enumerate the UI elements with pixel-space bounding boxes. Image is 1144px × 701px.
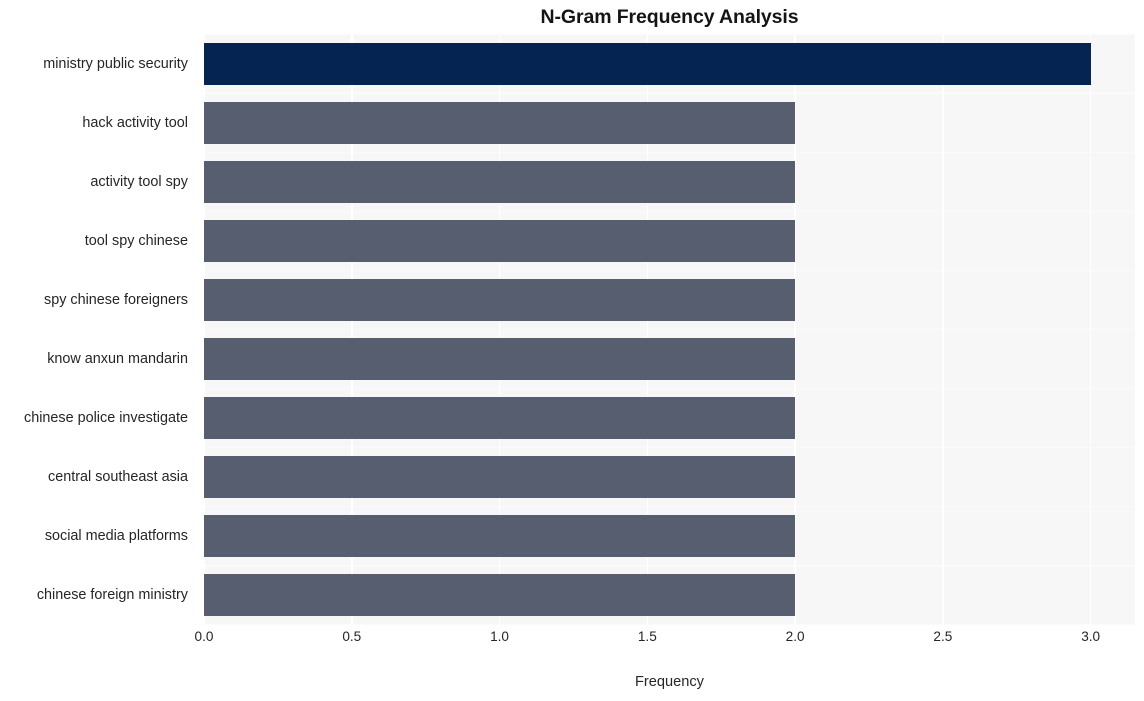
- gridline-horizontal: [204, 447, 1135, 449]
- y-axis-tick-label: central southeast asia: [48, 469, 188, 486]
- x-axis-tick-label: 0.5: [342, 629, 362, 644]
- y-axis-tick-label: chinese foreign ministry: [36, 587, 188, 604]
- bar: [204, 219, 796, 262]
- gridline-horizontal: [204, 269, 1135, 272]
- x-axis-tick-label: 3.0: [1081, 629, 1101, 644]
- gridline-vertical: [1089, 34, 1092, 625]
- bar: [204, 160, 796, 203]
- y-axis-tick-label: social media platforms: [44, 528, 188, 545]
- gridline-horizontal: [204, 34, 1135, 35]
- bar: [204, 397, 796, 440]
- x-axis-label: Frequency: [635, 674, 704, 690]
- x-axis-tick-label: 2.0: [785, 629, 805, 644]
- gridline-horizontal: [204, 210, 1135, 212]
- chart-title: N-Gram Frequency Analysis: [540, 6, 799, 28]
- y-axis-tick-label: chinese police investigate: [24, 409, 188, 426]
- gridline-horizontal: [204, 151, 1135, 153]
- bar: [204, 574, 796, 617]
- bar: [204, 42, 1091, 85]
- y-axis-tick-label: activity tool spy: [90, 173, 188, 190]
- gridline-vertical: [942, 34, 944, 625]
- gridline-horizontal: [204, 565, 1135, 567]
- x-axis-tick-label: 0.0: [194, 629, 214, 644]
- y-axis-tick-label: know anxun mandarin: [47, 350, 188, 367]
- bar: [204, 338, 796, 381]
- x-axis-tick-labels: 0.0 0.5 1.0 1.5 2.0 2.5 3.0: [195, 629, 1135, 653]
- gridline-horizontal: [204, 92, 1135, 94]
- x-axis-tick-label: 2.5: [933, 629, 953, 644]
- y-axis-tick-label: ministry public security: [43, 55, 188, 72]
- y-axis-tick-label: tool spy chinese: [84, 232, 188, 249]
- gridline-horizontal: [204, 328, 1135, 331]
- bar: [204, 101, 796, 144]
- x-axis-tick-label: 1.0: [490, 629, 509, 644]
- gridline-horizontal: [204, 506, 1135, 508]
- y-axis-tick-label: spy chinese foreigners: [44, 291, 188, 308]
- gridline-horizontal: [204, 624, 1135, 625]
- y-axis-tick-label: hack activity tool: [82, 114, 188, 131]
- plot-area: [204, 34, 1135, 625]
- chart-figure: N-Gram Frequency Analysis ministry publi…: [0, 0, 1144, 701]
- gridline-horizontal: [204, 387, 1135, 390]
- x-axis-tick-label: 1.5: [637, 629, 657, 644]
- y-axis-tick-labels: ministry public security hack activity to…: [0, 34, 196, 625]
- bar: [204, 278, 796, 321]
- bar: [204, 456, 796, 499]
- bar: [204, 515, 796, 558]
